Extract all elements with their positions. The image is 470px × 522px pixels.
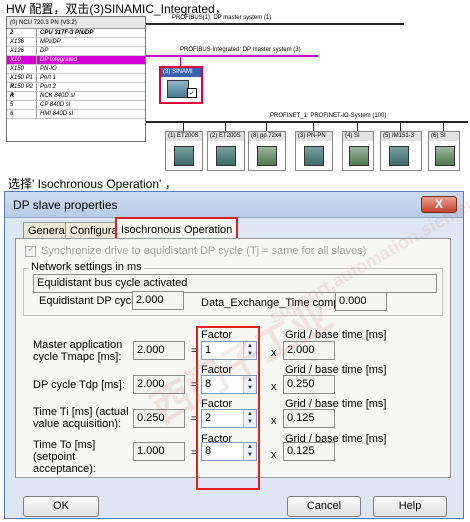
tdp-grid-field: 0.250 — [283, 375, 335, 394]
profinet-line[interactable] — [146, 121, 468, 123]
pn-device[interactable]: (8) pp 72x4 — [248, 131, 286, 171]
device-icon — [174, 146, 194, 166]
rack-row[interactable]: X136 MPI/DP — [7, 38, 145, 47]
rack-row[interactable]: X126 DP — [7, 47, 145, 56]
times-sign: x — [271, 381, 277, 393]
device-icon — [435, 146, 455, 166]
drive-icon — [167, 80, 189, 98]
device-icon — [349, 146, 369, 166]
rack-row[interactable]: 6 HMI 840D sl — [7, 110, 145, 119]
dialog-title: DP slave properties — [13, 198, 118, 212]
times-sign: x — [271, 415, 277, 427]
dialog-titlebar[interactable]: DP slave properties X — [5, 192, 463, 218]
connector-line — [400, 121, 401, 131]
pn-device[interactable]: (5) IM151-3 — [380, 131, 422, 171]
tab-isochronous-operation[interactable]: Isochronous Operation — [115, 217, 239, 239]
rack-row[interactable]: 4 NCK 840D sl — [7, 92, 145, 101]
profibus-integrated-label: PROFIBUS Integrated: DP master system (3… — [180, 47, 301, 53]
pn-device[interactable]: (3) PN-PN — [295, 131, 333, 171]
profinet-label: PROFINET_1: PROFINET-IO-System (100) — [270, 113, 387, 119]
equidistant-dp-cycle-field: 2.000 — [132, 291, 184, 310]
equidistant-dp-cycle-label: Equidistant DP cycle: — [39, 295, 143, 307]
rack-row[interactable]: X150 P2 R Port 2 — [7, 83, 145, 99]
cancel-button[interactable]: Cancel — [287, 496, 361, 517]
grid-header: Grid / base time [ms] — [285, 329, 387, 341]
connector-line — [266, 121, 267, 131]
factor-highlight-box — [196, 326, 260, 490]
rack-row[interactable]: 2 CPU 317F-3 PN/DP — [7, 29, 145, 38]
ti-grid-field: 0.125 — [283, 409, 335, 428]
ti-field: 0.250 — [133, 409, 185, 428]
sinamic-integrated-device[interactable]: (3) SINAMI ✓ — [159, 66, 203, 104]
help-button[interactable]: Help — [373, 496, 447, 517]
to-field: 1.000 — [133, 442, 185, 461]
connector-line — [180, 55, 181, 66]
connector-line — [183, 121, 184, 131]
pn-device[interactable]: (2) ET200S — [207, 131, 245, 171]
sync-checkbox-label: Synchronize drive to equidistant DP cycl… — [41, 245, 367, 257]
status-icon: ✓ — [187, 88, 197, 98]
rack-title: (0) NCU 720.3 PN (V3.2) — [7, 17, 145, 29]
pn-device[interactable]: (1) ET200S — [165, 131, 203, 171]
close-button[interactable]: X — [421, 196, 457, 213]
ok-button[interactable]: OK — [23, 496, 99, 517]
rack-row[interactable]: 5 CP 840D sl — [7, 101, 145, 110]
rack-row[interactable]: X150 PN-IO — [7, 65, 145, 74]
connector-line — [443, 121, 444, 131]
profibus1-line[interactable] — [146, 23, 404, 25]
pn-device[interactable]: (6) SI — [428, 131, 460, 171]
device-icon — [216, 146, 236, 166]
tmapc-label: Master application cycle Tmapc [ms]: — [33, 339, 123, 363]
tdp-field: 2.000 — [133, 375, 185, 394]
connector-line — [225, 121, 226, 131]
tmapc-grid-field: 2.000 — [283, 341, 335, 360]
sinamic-label: (3) SINAMI — [161, 68, 201, 77]
to-grid-field: 0.125 — [283, 442, 335, 461]
connector-line — [313, 121, 314, 131]
profibus-integrated-line[interactable] — [146, 55, 318, 57]
rack-row-selected[interactable]: X10 DP Integrated — [7, 56, 145, 65]
device-icon — [257, 146, 277, 166]
sync-checkbox[interactable] — [25, 244, 36, 257]
rack-table: (0) NCU 720.3 PN (V3.2) 2 CPU 317F-3 PN/D… — [6, 16, 146, 142]
ti-label: Time Ti [ms] (actual value acquisition): — [33, 406, 129, 430]
profibus1-label: PROFIBUS(1): DP master system (1) — [172, 15, 272, 21]
times-sign: x — [271, 347, 277, 359]
connector-line — [357, 121, 358, 131]
rack-row[interactable]: X150 P1 R Port 1 — [7, 74, 145, 90]
tmapc-field: 2.000 — [133, 341, 185, 360]
step-caption: 选择' Isochronous Operation' ， — [8, 177, 177, 191]
device-icon — [304, 146, 324, 166]
pn-device[interactable]: (4) SI — [342, 131, 374, 171]
times-sign: x — [271, 449, 277, 461]
equidistant-status-field: Equidistant bus cycle activated — [33, 274, 437, 293]
network-settings-label: Network settings in ms — [29, 261, 144, 273]
to-label: Time To [ms] (setpoint acceptance): — [33, 439, 96, 475]
tdp-label: DP cycle Tdp [ms]: — [33, 379, 125, 391]
device-icon — [389, 146, 409, 166]
data-exchange-field: 0.000 — [335, 292, 387, 311]
